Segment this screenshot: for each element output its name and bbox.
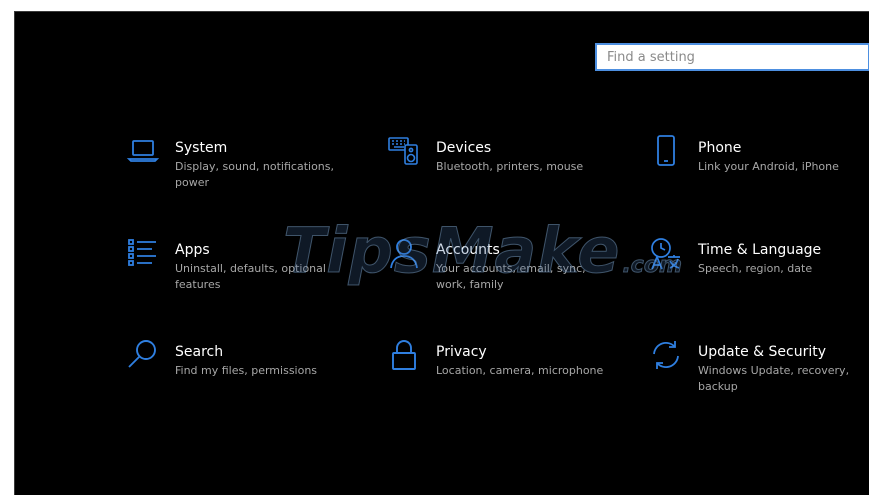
tile-description: Display, sound, notifications, power	[175, 160, 335, 189]
tile-description: Bluetooth, printers, mouse	[436, 160, 584, 173]
person-icon	[386, 235, 422, 271]
tile-system[interactable]: System Display, sound, notifications, po…	[125, 139, 355, 209]
refresh-icon	[648, 337, 684, 373]
tile-title: Apps	[175, 242, 210, 258]
settings-window: System Display, sound, notifications, po…	[14, 11, 869, 495]
tile-description: Uninstall, defaults, optional features	[175, 262, 326, 291]
tile-title: Update & Security	[698, 344, 827, 360]
tile-title: Search	[175, 344, 224, 360]
tile-description: Your accounts, email, sync, work, family	[436, 262, 586, 291]
tile-title: System	[175, 140, 228, 156]
magnifier-icon	[125, 337, 161, 373]
keyboard-speaker-icon	[386, 133, 422, 169]
tile-phone[interactable]: Phone Link your Android, iPhone	[648, 135, 869, 209]
tile-apps[interactable]: Apps Uninstall, defaults, optional featu…	[125, 239, 355, 311]
phone-icon	[648, 133, 684, 169]
tile-description: Location, camera, microphone	[436, 364, 604, 377]
tile-description: Find my files, permissions	[175, 364, 318, 377]
tile-title: Accounts	[436, 242, 500, 258]
tile-update-security[interactable]: Update & Security Windows Update, recove…	[648, 341, 869, 413]
tile-title: Phone	[698, 140, 742, 156]
lock-icon	[386, 337, 422, 373]
tile-privacy[interactable]: Privacy Location, camera, microphone	[386, 340, 616, 413]
tile-accounts[interactable]: Accounts Your accounts, email, sync, wor…	[386, 239, 616, 311]
time-language-icon	[648, 235, 684, 271]
tile-title: Devices	[436, 140, 492, 156]
search-input[interactable]	[597, 45, 868, 69]
tile-search[interactable]: Search Find my files, permissions	[125, 340, 355, 413]
tile-description: Windows Update, recovery, backup	[698, 364, 850, 393]
tile-title: Time & Language	[698, 242, 822, 258]
tile-description: Link your Android, iPhone	[698, 160, 839, 173]
laptop-icon	[125, 133, 161, 169]
search-box[interactable]	[595, 43, 869, 71]
tile-devices[interactable]: Devices Bluetooth, printers, mouse	[386, 137, 616, 209]
tile-time-language[interactable]: Time & Language Speech, region, date	[648, 238, 869, 311]
apps-list-icon	[125, 235, 161, 271]
tile-description: Speech, region, date	[698, 262, 813, 275]
tile-title: Privacy	[436, 344, 487, 360]
